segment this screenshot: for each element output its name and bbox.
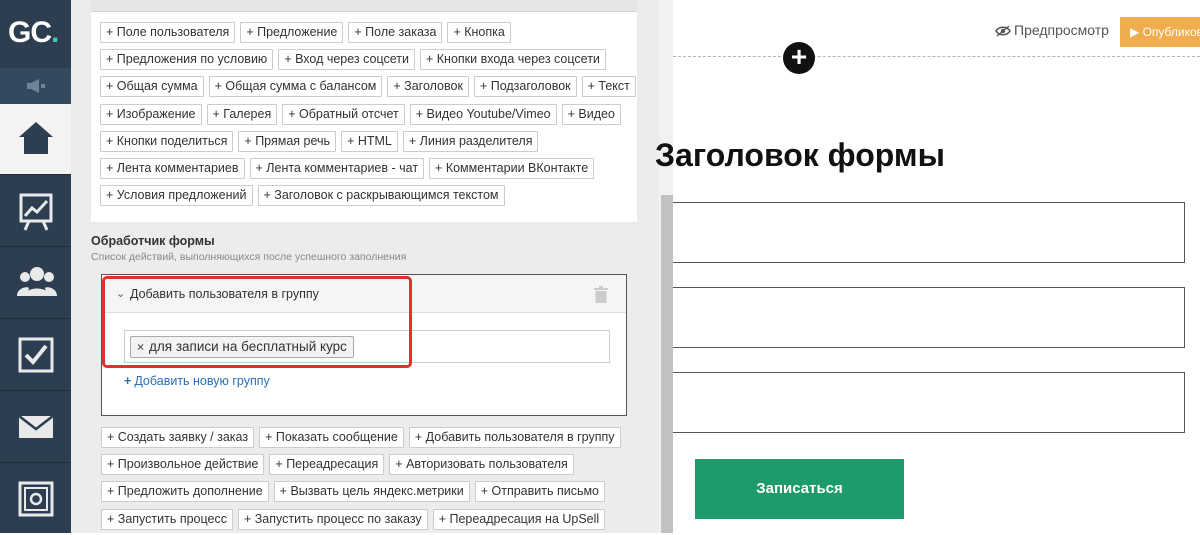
add-action-button[interactable]: + Запустить процесс по заказу [237,509,428,530]
fields-card: + Поле пользователя + Предложение + Поле… [91,0,637,222]
add-field-button[interactable]: + Поле заказа [348,22,443,43]
form-title[interactable]: Заголовок формы [655,137,945,174]
add-field-button[interactable]: + Комментарии ВКонтакте [429,158,595,179]
add-field-button[interactable]: + Кнопки поделиться [100,131,234,152]
users-icon [17,267,57,296]
home-icon [19,122,53,154]
add-action-button[interactable]: + Добавить пользователя в группу [408,427,621,448]
form-input-field[interactable] [673,287,1185,348]
panel-scrollbar-thumb[interactable] [661,195,673,533]
form-input-field[interactable] [673,202,1185,263]
action-title: Добавить пользователя в группу [130,287,319,301]
sidebar-item-sales[interactable] [0,464,71,535]
add-action-button[interactable]: + Запустить процесс [101,509,233,530]
fields-row-3: + Общая сумма + Общая сумма с балансом +… [100,76,636,97]
group-select-input[interactable]: × для записи на бесплатный курс [124,330,610,363]
add-field-button[interactable]: + Галерея [206,104,278,125]
fields-row-7: + Условия предложений + Заголовок с раск… [100,185,505,206]
add-field-button[interactable]: + Подзаголовок [473,76,577,97]
action-card: ⌄ Добавить пользователя в группу × для за… [101,274,627,416]
add-field-button[interactable]: + Прямая речь [238,131,337,152]
actions-row-3: + Предложить дополнение + Вызвать цель я… [101,481,606,502]
group-chip: × для записи на бесплатный курс [130,336,354,358]
add-block-button[interactable]: + [783,42,815,74]
actions-row-4: + Запустить процесс + Запустить процесс … [101,509,606,530]
sidebar-item-tasks[interactable] [0,320,71,391]
sidebar-item-home[interactable] [0,104,71,175]
add-field-button[interactable]: + Изображение [100,104,202,125]
logo-text: GC [8,16,52,49]
logo-dot: . [51,16,59,49]
card-header-strip [91,0,637,12]
fields-row-5: + Кнопки поделиться + Прямая речь + HTML… [100,131,539,152]
settings-panel: + Поле пользователя + Предложение + Поле… [71,0,673,533]
add-field-button[interactable]: + Линия разделителя [402,131,539,152]
add-field-button[interactable]: + Текст [581,76,636,97]
add-field-button[interactable]: + Заголовок с раскрывающимся текстом [257,185,505,206]
add-field-button[interactable]: + Лента комментариев [100,158,245,179]
megaphone-icon [27,79,45,93]
add-field-button[interactable]: + Вход через соцсети [278,49,415,70]
form-input-field[interactable] [673,372,1185,433]
add-field-button[interactable]: + Предложение [240,22,344,43]
action-header[interactable]: ⌄ Добавить пользователя в группу [102,275,626,313]
add-action-button[interactable]: + Вызвать цель яндекс.метрики [273,481,470,502]
form-preview: Предпросмотр ▶ Опубликовать + Заголовок … [655,0,1200,533]
add-action-button[interactable]: + Переадресация [269,454,385,475]
fields-row-4: + Изображение + Галерея + Обратный отсче… [100,104,621,125]
add-group-link[interactable]: + Добавить новую группу [124,374,270,388]
preview-label: Предпросмотр [1014,22,1109,38]
fields-row-2: + Предложения по условию + Вход через со… [100,49,606,70]
add-field-button[interactable]: + Кнопки входа через соцсети [420,49,606,70]
sidebar-item-users[interactable] [0,248,71,319]
fields-row-6: + Лента комментариев + Лента комментарие… [100,158,595,179]
add-field-button[interactable]: + Кнопка [447,22,511,43]
add-action-button[interactable]: + Показать сообщение [259,427,404,448]
add-field-button[interactable]: + Заголовок [387,76,469,97]
add-field-button[interactable]: + Общая сумма [100,76,204,97]
publish-button[interactable]: ▶ Опубликовать [1120,17,1200,47]
group-chip-label: для записи на бесплатный курс [149,339,347,354]
add-action-button[interactable]: + Предложить дополнение [101,481,269,502]
logo[interactable]: GC. [0,0,71,68]
sidebar-item-messages[interactable] [0,392,71,463]
submit-button[interactable]: Записаться [695,459,904,519]
mail-icon [18,415,54,438]
plus-icon: + [790,41,808,72]
actions-row-1: + Создать заявку / заказ + Показать сооб… [101,427,621,448]
eye-icon [995,25,1011,37]
fields-row-1: + Поле пользователя + Предложение + Поле… [100,22,511,43]
add-action-button[interactable]: + Переадресация на UpSell [432,509,606,530]
handler-subtitle: Список действий, выполняющихся после усп… [91,251,407,263]
trash-icon[interactable] [594,286,608,308]
checkbox-icon [18,337,54,373]
add-group-label: Добавить новую группу [134,374,270,388]
add-field-button[interactable]: + Лента комментариев - чат [249,158,425,179]
add-field-button[interactable]: + Общая сумма с балансом [208,76,383,97]
plus-icon: + [124,374,132,388]
chevron-down-icon[interactable]: ⌄ [116,287,125,300]
add-field-button[interactable]: + Условия предложений [100,185,253,206]
add-field-button[interactable]: + Предложения по условию [100,49,274,70]
main-sidebar: GC. [0,0,71,533]
add-field-button[interactable]: + Поле пользователя [100,22,236,43]
sidebar-item-statistics[interactable] [0,176,71,247]
add-field-button[interactable]: + Видео Youtube/Vimeo [409,104,557,125]
add-action-button[interactable]: + Отправить письмо [474,481,606,502]
add-action-button[interactable]: + Авторизовать пользователя [389,454,574,475]
remove-chip-icon[interactable]: × [137,340,144,354]
preview-button[interactable]: Предпросмотр [995,22,1109,38]
handler-title: Обработчик формы [91,234,215,248]
add-field-button[interactable]: + Обратный отсчет [282,104,405,125]
add-action-button[interactable]: + Создать заявку / заказ [101,427,255,448]
chart-icon [19,193,53,231]
add-field-button[interactable]: + HTML [341,131,398,152]
actions-row-2: + Произвольное действие + Переадресация … [101,454,574,475]
block-divider [673,56,1200,57]
safe-icon [18,481,54,517]
add-field-button[interactable]: + Видео [561,104,621,125]
add-action-button[interactable]: + Произвольное действие [101,454,265,475]
announcement-bar[interactable] [0,68,71,104]
